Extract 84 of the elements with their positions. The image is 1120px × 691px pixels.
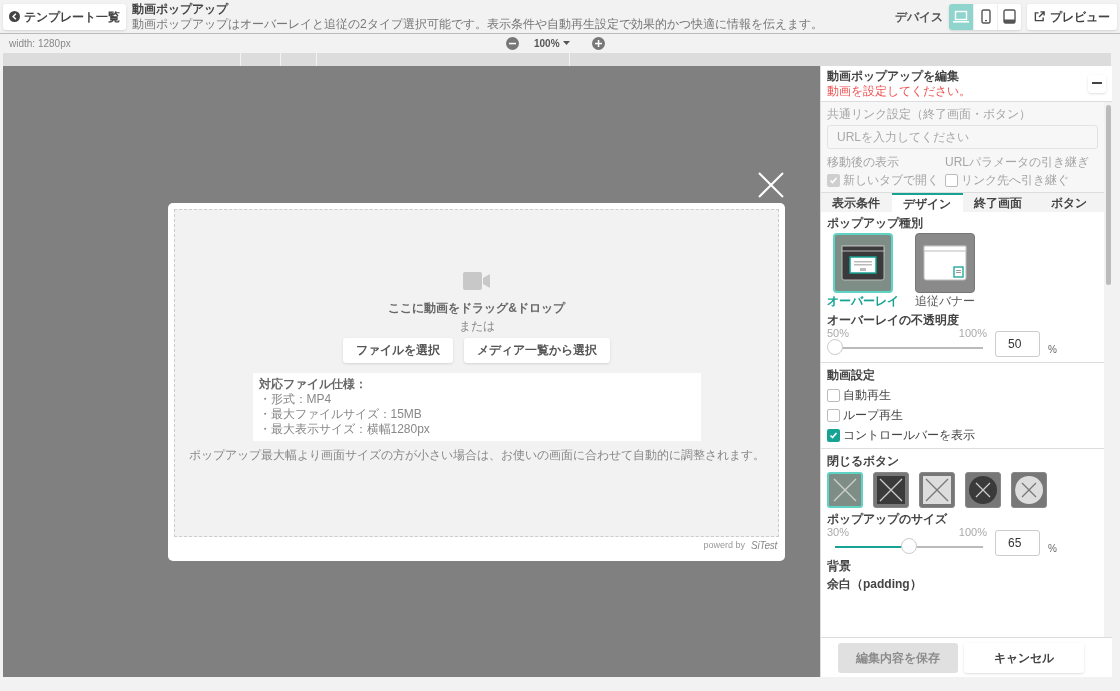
unit-label: % <box>1048 343 1057 357</box>
width-label: width: 1280px <box>9 37 71 51</box>
device-toggle[interactable] <box>949 3 973 30</box>
device-toggle[interactable] <box>973 3 997 30</box>
external-link-icon <box>1034 11 1045 22</box>
spec-title: 対応ファイル仕様： <box>258 376 368 392</box>
checkbox-label: リンク先へ引き継ぐ <box>961 173 1069 188</box>
section-label: 動画設定 <box>827 368 876 383</box>
number-field[interactable]: 50 <box>995 331 1040 357</box>
slider-min-label: 30% <box>827 527 850 538</box>
back-arrow-icon <box>9 11 20 22</box>
checkbox[interactable] <box>945 174 958 187</box>
x-icon <box>922 475 952 505</box>
video-camera-icon <box>462 271 491 290</box>
slider-max-label: 100% <box>958 328 987 339</box>
panel-tab[interactable]: 終了画面 <box>962 193 1034 212</box>
slider-max-label: 100% <box>958 527 987 538</box>
laptop-icon <box>953 9 969 24</box>
checkbox[interactable] <box>827 429 840 442</box>
warning-message: 動画を設定してください。 <box>827 83 971 99</box>
preview-button[interactable]: プレビュー <box>1027 3 1117 30</box>
minus-icon <box>1092 82 1102 85</box>
collapse-button[interactable] <box>1088 74 1106 93</box>
size-note: ポップアップ最大幅より画面サイズの方が小さい場合は、お使いの画面に合わせて自動的に調整されます。 <box>188 446 765 464</box>
x-icon <box>876 475 906 505</box>
drop-instruction: ここに動画をドラッグ&ドロップ <box>388 299 565 317</box>
param-label: URLパラメータの引き継ぎ <box>945 155 1090 170</box>
drop-zone[interactable]: ここに動画をドラッグ&ドロップ または ファイルを選択 メディア一覧から選択 対応ファイル仕様： ・形式：MP4 ・最大ファイルサイズ：15MB ・最大表示サイズ：横幅1280px ポップアップ最大幅より画面サイズの方が小さい場合は、お使いの画面に合わせて自動的に調整されます。 <box>174 208 779 537</box>
close-style-option[interactable] <box>919 472 955 508</box>
powered-by-label: powerd by <box>703 538 746 552</box>
close-icon[interactable] <box>758 172 784 198</box>
section-label: ポップアップ種別 <box>827 216 924 231</box>
zoom-dropdown[interactable]: 100% <box>534 36 570 51</box>
brand-logo: SiTest <box>751 539 777 553</box>
zoom-out-icon[interactable] <box>506 37 519 50</box>
padding-label: 余白（padding） <box>827 577 923 592</box>
panel-title: 動画ポップアップを編集 <box>827 68 960 84</box>
back-button[interactable]: テンプレート一覧 <box>3 3 126 30</box>
link-label: 共通リンク設定（終了画面・ボタン） <box>827 107 1032 122</box>
x-icon <box>968 475 998 505</box>
zoom-in-icon[interactable] <box>591 37 605 50</box>
panel-tab[interactable]: デザイン <box>891 193 963 212</box>
section-label: 背景 <box>827 559 852 574</box>
section-label: 閉じるボタン <box>827 454 900 469</box>
or-label: または <box>458 318 495 334</box>
close-style-option[interactable] <box>873 472 909 508</box>
spec-item: ・最大ファイルサイズ：15MB <box>258 406 423 422</box>
tablet-icon <box>1003 9 1016 24</box>
phone-icon <box>980 9 991 24</box>
checkbox-label: 新しいタブで開く <box>843 173 939 188</box>
slider-thumb[interactable] <box>901 538 917 554</box>
section-label: オーバーレイの不透明度 <box>827 313 960 328</box>
close-style-option[interactable] <box>965 472 1001 508</box>
overlay-window-icon <box>841 245 885 281</box>
check-icon <box>829 176 838 185</box>
panel-tab[interactable]: 表示条件 <box>821 193 892 212</box>
check-icon <box>829 431 838 440</box>
section-label: ポップアップのサイズ <box>827 512 949 527</box>
slider-min-label: 50% <box>827 328 850 339</box>
device-label: デバイス <box>895 8 943 26</box>
spec-item: ・形式：MP4 <box>258 391 333 407</box>
scrollbar[interactable] <box>1105 105 1111 285</box>
checkbox-label: コントロールバーを表示 <box>843 428 975 443</box>
slider-thumb[interactable] <box>827 339 843 355</box>
x-icon <box>1014 475 1044 505</box>
spec-item: ・最大表示サイズ：横幅1280px <box>258 421 431 437</box>
banner-window-icon <box>923 245 967 281</box>
checkbox[interactable] <box>827 409 840 422</box>
checkbox[interactable] <box>827 389 840 402</box>
checkbox-label: ループ再生 <box>843 408 903 423</box>
select-button[interactable]: ファイルを選択 <box>343 337 453 363</box>
after-label: 移動後の表示 <box>827 155 900 170</box>
checkbox[interactable] <box>827 174 840 187</box>
unit-label: % <box>1048 542 1057 556</box>
close-style-option[interactable] <box>1011 472 1047 508</box>
caret-icon <box>562 41 570 46</box>
panel-tab[interactable]: ボタン <box>1033 193 1104 212</box>
number-field[interactable]: 65 <box>995 530 1040 556</box>
cancel-button[interactable]: キャンセル <box>964 642 1084 673</box>
select-button[interactable]: メディア一覧から選択 <box>464 337 610 363</box>
page-title: 動画ポップアップ <box>132 1 230 17</box>
page-description: 動画ポップアップはオーバーレイと追従の2タイプ選択可能です。表示条件や自動再生設定で効果的かつ快適に情報を伝えます。 <box>132 16 823 32</box>
checkbox-label: 自動再生 <box>843 388 891 403</box>
device-toggle[interactable] <box>997 3 1021 30</box>
